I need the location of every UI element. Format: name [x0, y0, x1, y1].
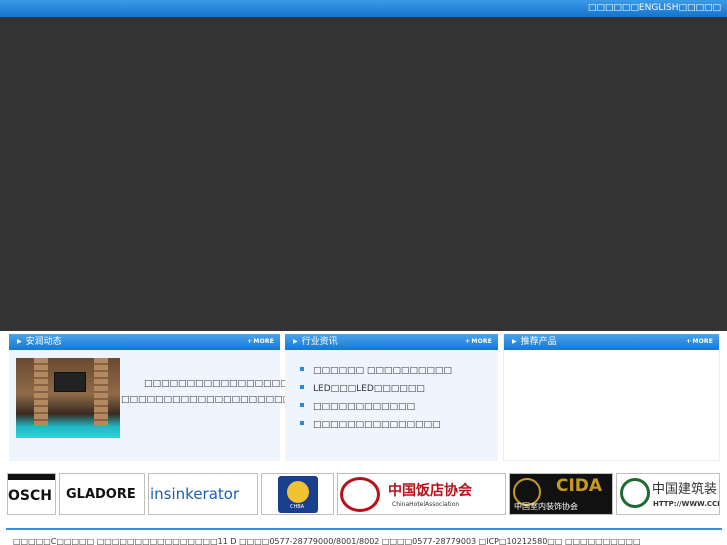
industry-panel: ▶行业资讯 MORE □□□□□□ □□□□□□□□□□ LED□□□LED□□… — [285, 334, 498, 461]
bullet-icon — [300, 367, 304, 371]
news-panel-title: 安润动态 — [25, 337, 62, 347]
partner-logo-strip: OSCH GLADORE insinkerator CHBA 中国饭店协会 Ch… — [0, 472, 727, 516]
footer-divider — [6, 528, 722, 530]
bullet-icon — [300, 385, 304, 389]
china-hotel-association-logo[interactable]: 中国饭店协会 ChinaHotelAssociation — [337, 473, 506, 515]
triangle-right-icon: ▶ — [17, 338, 22, 345]
logo-subtext: HTTP://WWW.CCD. — [653, 500, 720, 508]
footer-text: □□□□□C□□□□□ □□□□□□□□□□□□□□□□11 D □□□□057… — [13, 537, 641, 545]
list-item[interactable]: □□□□□□□□□□□□□□□ — [300, 416, 452, 434]
industry-panel-header: ▶行业资讯 MORE — [285, 334, 498, 350]
products-panel-title: 推荐产品 — [520, 337, 557, 347]
list-item[interactable]: □□□□□□□□□□□□ — [300, 398, 452, 416]
insinkerator-logo[interactable]: insinkerator — [148, 473, 258, 515]
logo-subtext: 中国室内装饰协会 — [514, 502, 578, 511]
chba-logo[interactable]: CHBA — [261, 473, 334, 515]
triangle-right-icon: ▶ — [512, 338, 517, 345]
chba-seal-icon — [287, 481, 309, 503]
news-more-link[interactable]: MORE — [247, 334, 274, 350]
list-item-label: □□□□□□□□□□□□ — [313, 402, 416, 412]
image-screen — [54, 372, 86, 392]
bosch-logo[interactable]: OSCH — [7, 473, 56, 515]
industry-news-list: □□□□□□ □□□□□□□□□□ LED□□□LED□□□□□□ □□□□□□… — [300, 362, 452, 434]
cida-logo[interactable]: CIDA 中国室内装饰协会 — [509, 473, 613, 515]
news-thumbnail[interactable] — [16, 358, 120, 438]
list-item-label: □□□□□□□□□□□□□□□ — [313, 420, 441, 430]
products-panel-header: ▶推荐产品 MORE — [504, 334, 719, 350]
list-item[interactable]: LED□□□LED□□□□□□ — [300, 380, 452, 398]
logo-text: CIDA — [556, 476, 603, 496]
industry-panel-title: 行业资讯 — [301, 337, 338, 347]
list-item[interactable]: □□□□□□ □□□□□□□□□□ — [300, 362, 452, 380]
hero-banner — [0, 17, 727, 331]
products-more-link[interactable]: MORE — [686, 334, 713, 350]
list-item-label: □□□□□□ □□□□□□□□□□ — [313, 366, 452, 376]
ccd-emblem-icon — [620, 478, 650, 508]
logo-text: 中国建筑装 — [652, 482, 718, 497]
products-panel: ▶推荐产品 MORE — [503, 334, 720, 461]
logo-text: GLADORE — [66, 487, 136, 502]
chba-emblem-icon: CHBA — [278, 476, 318, 513]
bullet-icon — [300, 403, 304, 407]
logo-text: CHBA — [290, 504, 305, 510]
image-pillar-left — [34, 358, 48, 426]
news-panel: ▶安润动态 MORE □□□□□□□□□□□□□□□□□□□□□□□□□□□□□… — [9, 334, 484, 461]
ccd-logo[interactable]: 中国建筑装 HTTP://WWW.CCD. — [616, 473, 720, 515]
image-pillar-right — [94, 358, 108, 426]
logo-text: OSCH — [8, 488, 52, 504]
bullet-icon — [300, 421, 304, 425]
hotel-emblem-icon — [340, 477, 380, 512]
list-item-label: LED□□□LED□□□□□□ — [313, 384, 425, 394]
logo-text: insinkerator — [150, 485, 240, 503]
news-summary[interactable]: □□□□□□□□□□□□□□□□□□□□□□□□□□□□□□□□□□□□□□□□… — [121, 376, 484, 408]
triangle-right-icon: ▶ — [293, 338, 298, 345]
news-panel-header: ▶安润动态 MORE — [9, 334, 280, 350]
industry-more-link[interactable]: MORE — [465, 334, 492, 350]
logo-text: 中国饭店协会 — [388, 483, 472, 499]
logo-subtext: ChinaHotelAssociation — [392, 501, 460, 508]
gladore-logo[interactable]: GLADORE — [59, 473, 145, 515]
bosch-logo-bar — [8, 474, 55, 480]
top-links[interactable]: □□□□□□ENGLISH□□□□□ — [588, 3, 721, 13]
top-bar: □□□□□□ENGLISH□□□□□ — [0, 0, 727, 17]
